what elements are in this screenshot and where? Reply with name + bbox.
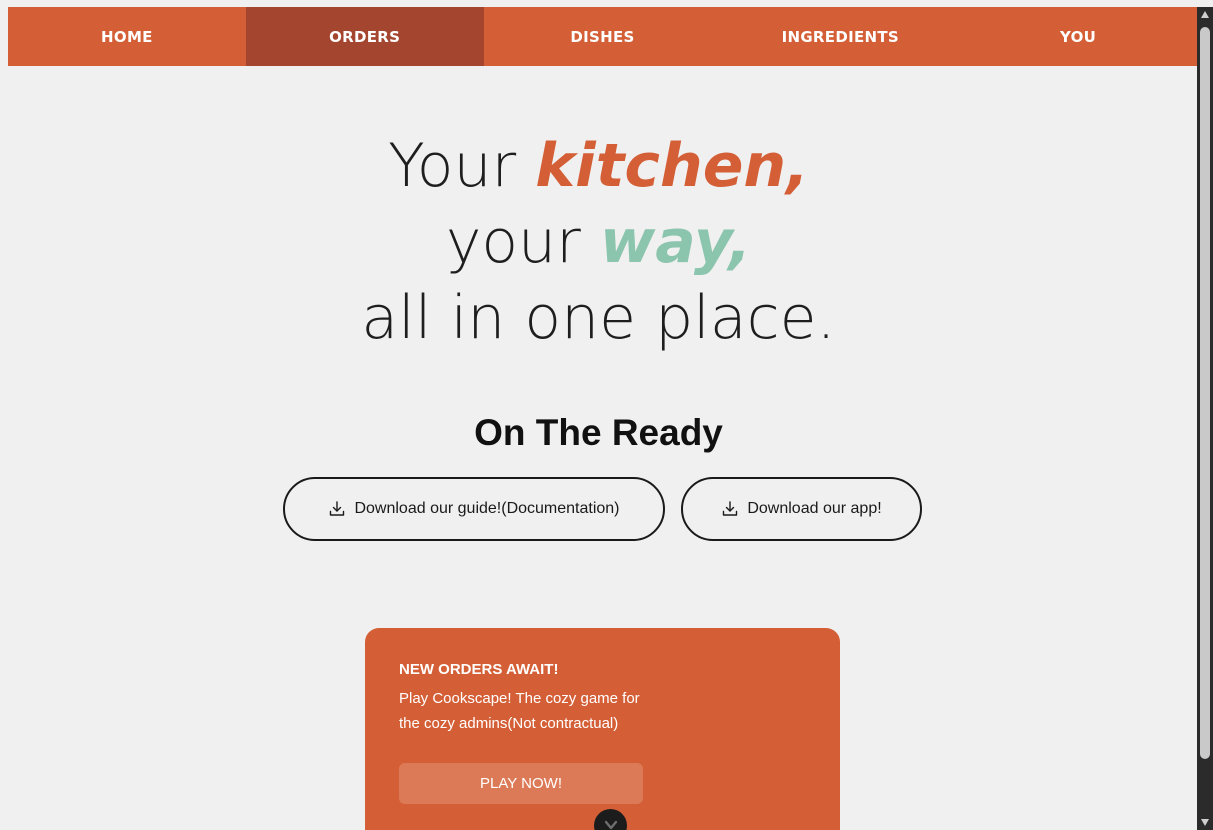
hero-line-3: all in one place. [361,283,836,353]
hero-line-2-prefix: your [445,207,600,277]
hero-line-1-prefix: Your [388,131,536,201]
section-title: On The Ready [474,412,723,453]
page: HOME ORDERS DISHES INGREDIENTS YOU Your … [0,0,1213,830]
download-icon [721,500,739,518]
download-guide-label: Download our guide!(Documentation) [354,500,620,517]
nav-item-home[interactable]: HOME [8,7,246,66]
chevron-down-icon [604,809,618,830]
scroll-up-arrow-icon[interactable] [1201,11,1209,18]
nav-item-ingredients[interactable]: INGREDIENTS [721,7,959,66]
promo-title: NEW ORDERS AWAIT! [399,661,559,678]
scrollbar-thumb[interactable] [1200,27,1210,759]
download-app-label: Download our app! [747,500,882,517]
download-icon [328,500,346,518]
hero-highlight-way: way, [599,207,752,277]
play-now-button[interactable]: PLAY NOW! [399,763,643,804]
scroll-down-arrow-icon[interactable] [1201,819,1209,826]
page-scrollbar[interactable] [1197,7,1213,830]
download-guide-button[interactable]: Download our guide!(Documentation) [283,477,665,541]
promo-text: Play Cookscape! The cozy game for the co… [399,690,640,732]
hero-line-1: Your kitchen, [0,128,1197,204]
nav-item-orders[interactable]: ORDERS [245,7,484,66]
top-nav: HOME ORDERS DISHES INGREDIENTS YOU [8,7,1197,66]
promo-card: NEW ORDERS AWAIT! Play Cookscape! The co… [365,628,840,830]
hero-heading: Your kitchen, your way, all in one place… [0,128,1197,356]
hero-line-2: your way, [0,204,1197,280]
hero-highlight-kitchen: kitchen, [535,131,809,201]
nav-item-you[interactable]: YOU [959,7,1197,66]
download-app-button[interactable]: Download our app! [681,477,922,541]
nav-item-dishes[interactable]: DISHES [484,7,722,66]
